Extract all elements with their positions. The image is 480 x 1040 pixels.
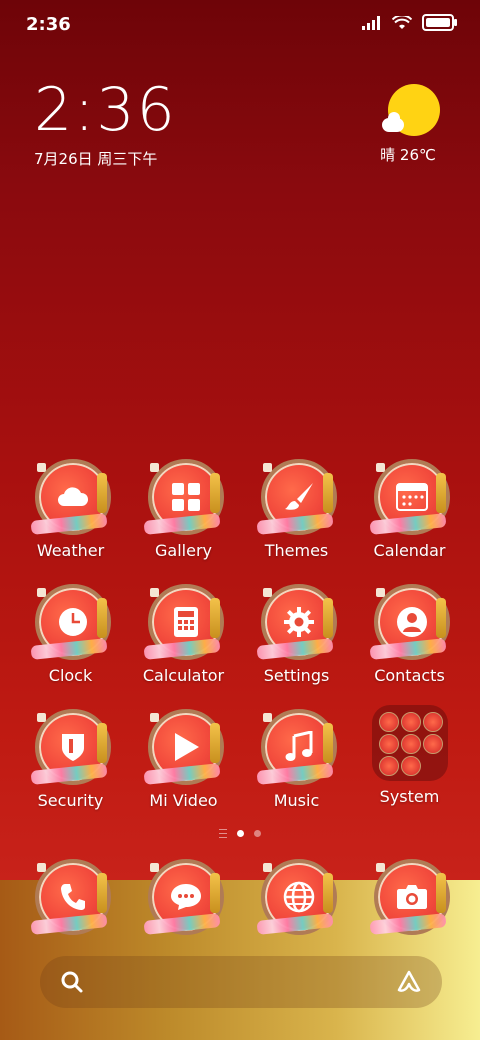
dock-camera[interactable] <box>353 855 466 935</box>
search-icon <box>61 971 83 993</box>
search-bar[interactable] <box>40 956 442 1008</box>
app-contacts[interactable]: Contacts <box>353 580 466 685</box>
app-icon-frame <box>142 455 224 535</box>
app-mi-video[interactable]: Mi Video <box>127 705 240 810</box>
app-label: Settings <box>263 666 330 685</box>
battery-fill <box>426 18 450 27</box>
app-icon-frame <box>29 855 111 935</box>
app-label: Mi Video <box>149 791 218 810</box>
globe-icon <box>283 881 314 913</box>
app-icon-frame <box>368 580 450 660</box>
folder-icon <box>371 705 448 781</box>
message-icon <box>170 884 201 910</box>
page-indicator[interactable] <box>0 829 480 838</box>
clock-icon <box>58 608 87 636</box>
widget-date: 7月26日 周三下午 <box>34 150 158 168</box>
app-label: System <box>379 787 440 806</box>
widget-time: 2:36 <box>34 75 177 145</box>
app-weather[interactable]: Weather <box>14 455 127 560</box>
brush-icon <box>284 483 313 510</box>
app-label: Music <box>273 791 320 810</box>
app-label: Calculator <box>142 666 225 685</box>
status-bar: 2:36 <box>0 0 480 50</box>
wifi-icon <box>392 15 412 29</box>
status-icons <box>362 14 457 31</box>
weather-text: 晴 26℃ <box>380 146 436 164</box>
assistant-icon[interactable] <box>396 969 422 995</box>
sun-cloud-icon <box>382 84 440 136</box>
app-drawer-lines-icon <box>219 829 227 838</box>
app-music[interactable]: Music <box>240 705 353 810</box>
app-label: Themes <box>264 541 329 560</box>
signal-icon <box>362 15 380 30</box>
app-calculator[interactable]: Calculator <box>127 580 240 685</box>
page-dot <box>254 830 261 837</box>
dock-browser[interactable] <box>240 855 353 935</box>
calculator-icon <box>173 607 198 637</box>
weather-widget[interactable]: 晴 26℃ <box>380 84 444 165</box>
page-dot-active <box>237 830 244 837</box>
person-icon <box>396 607 427 637</box>
phone-icon <box>60 884 85 910</box>
calendar-icon <box>395 483 428 511</box>
app-icon-frame <box>368 855 450 935</box>
app-label: Clock <box>48 666 93 685</box>
app-icon-frame <box>142 580 224 660</box>
dock-phone[interactable] <box>14 855 127 935</box>
dock-messages[interactable] <box>127 855 240 935</box>
app-system-folder[interactable]: System <box>353 705 466 806</box>
app-icon-frame <box>255 705 337 785</box>
status-time: 2:36 <box>26 14 71 35</box>
app-icon-frame <box>29 580 111 660</box>
app-label: Contacts <box>374 666 445 685</box>
app-calendar[interactable]: Calendar <box>353 455 466 560</box>
clock-widget[interactable]: 2:36 7月26日 周三下午 <box>34 80 177 169</box>
app-icon-frame <box>142 705 224 785</box>
app-icon-frame <box>255 855 337 935</box>
app-icon-frame <box>255 580 337 660</box>
app-icon-frame <box>368 455 450 535</box>
gear-icon <box>283 607 314 637</box>
grid-icon <box>171 483 200 511</box>
music-note-icon <box>285 731 312 761</box>
camera-icon <box>396 885 427 909</box>
app-label: Security <box>37 791 104 810</box>
app-icon-frame <box>29 705 111 785</box>
app-icon-frame <box>142 855 224 935</box>
app-label: Calendar <box>373 541 446 560</box>
app-security[interactable]: Security <box>14 705 127 810</box>
cloud-icon <box>57 487 88 506</box>
battery-icon <box>422 14 457 31</box>
shield-icon <box>61 734 84 761</box>
app-label: Gallery <box>155 541 212 560</box>
app-gallery[interactable]: Gallery <box>127 455 240 560</box>
app-themes[interactable]: Themes <box>240 455 353 560</box>
app-settings[interactable]: Settings <box>240 580 353 685</box>
play-icon <box>174 733 199 761</box>
app-icon-frame <box>255 455 337 535</box>
app-clock[interactable]: Clock <box>14 580 127 685</box>
app-label: Weather <box>36 541 105 560</box>
app-icon-frame <box>29 455 111 535</box>
